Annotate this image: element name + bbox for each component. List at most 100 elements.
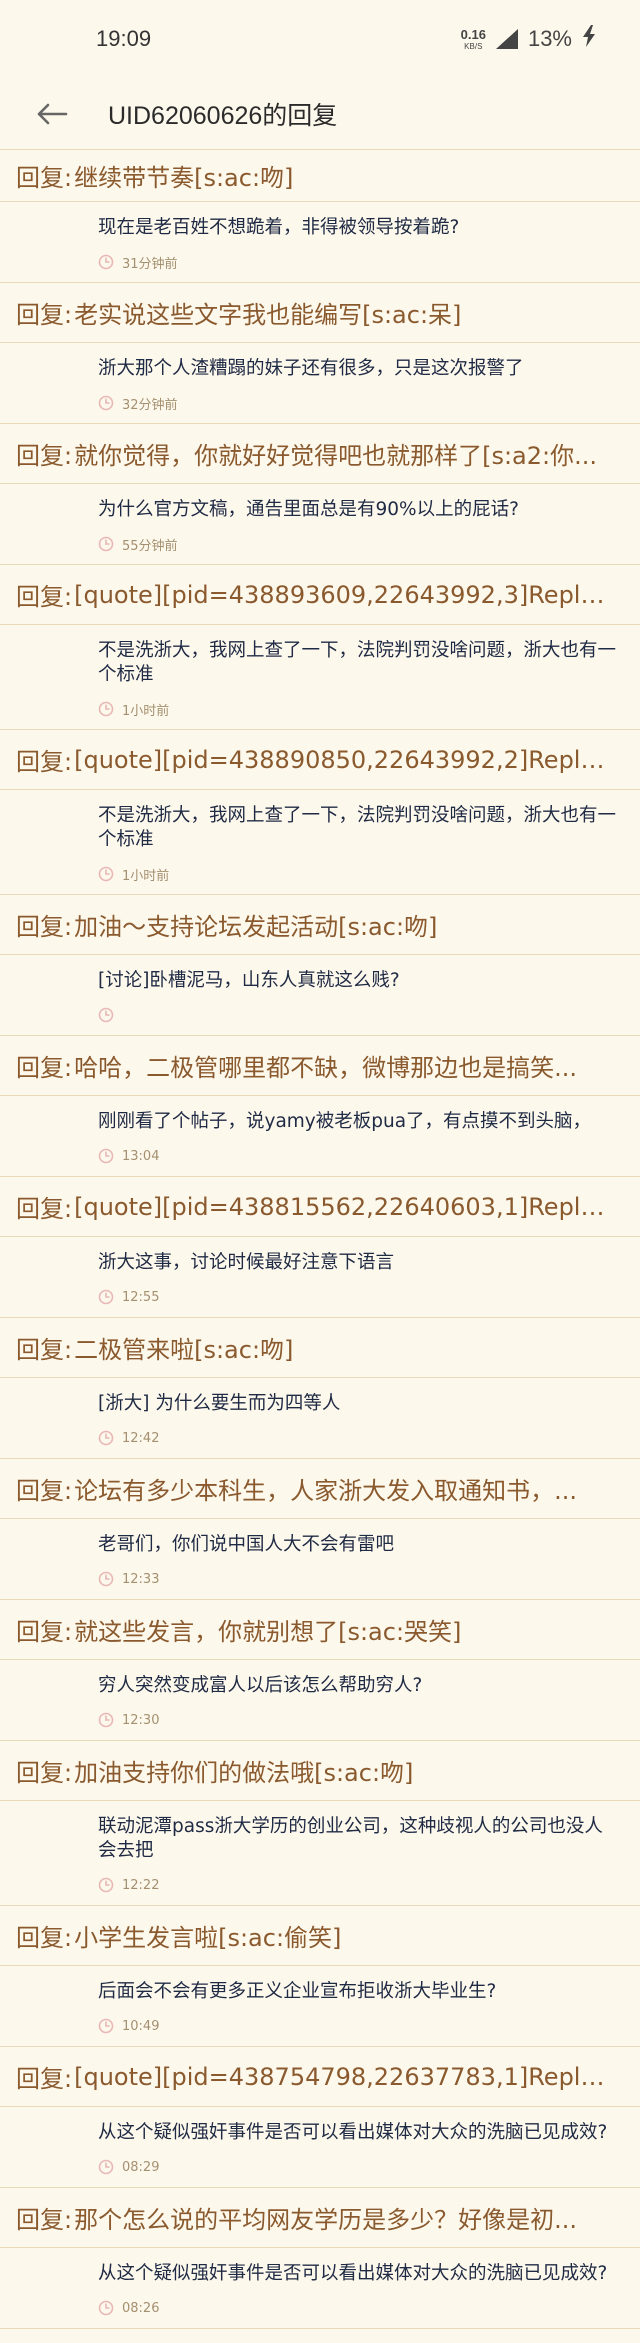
clock-icon [98, 536, 114, 552]
reply-subject: [quote][pid=438893609,22643992,3]Reply[/… [74, 580, 614, 609]
reply-subject: [quote][pid=438890850,22643992,2]Reply[/… [74, 745, 614, 774]
thread-title: 不是洗浙大，我网上查了一下，法院判罚没啥问题，浙大也有一个标准 [98, 805, 617, 850]
thread-title: 从这个疑似强奸事件是否可以看出媒体对大众的洗脑已见成效? [98, 2122, 608, 2143]
reply-prefix: 回复: [16, 164, 73, 192]
reply-subject: 二极管来啦[s:ac:吻] [74, 1336, 294, 1364]
reply-subject: 加油支持你们的做法哦[s:ac:吻] [74, 1759, 414, 1787]
reply-meta: 1小时前 [98, 862, 620, 886]
thread-title: [讨论]卧槽泥马，山东人真就这么贱? [98, 970, 400, 991]
reply-subject: 老实说这些文字我也能编写[s:ac:呆] [74, 301, 462, 329]
reply-subject-row[interactable]: 回复: 论坛有多少本科生，人家浙大发入取通知书，... [0, 1459, 640, 1519]
reply-thread-preview[interactable]: 不是洗浙大，我网上查了一下，法院判罚没啥问题，浙大也有一个标准 1小时前 [0, 625, 640, 729]
clock-icon [98, 866, 114, 882]
reply-thread-preview[interactable]: 从这个疑似强奸事件是否可以看出媒体对大众的洗脑已见成效? 08:29 [0, 2107, 640, 2187]
reply-subject-row[interactable]: 回复: [quote][pid=438890850,22643992,2]Repl… [0, 730, 640, 790]
clock-icon [98, 254, 114, 270]
reply-item[interactable]: 回复: 继续带节奏[s:ac:吻] 现在是老百姓不想跪着，非得被领导按着跪? 31分钟… [0, 150, 640, 283]
reply-subject-row[interactable]: 回复: 那个怎么说的平均网友学历是多少？好像是初... [0, 2188, 640, 2248]
reply-item[interactable]: 回复: 二极管来啦[s:ac:吻] [浙大] 为什么要生而为四等人 12:42 [0, 1318, 640, 1459]
thread-title: 穷人突然变成富人以后该怎么帮助穷人? [98, 1675, 423, 1696]
reply-time: 12:30 [122, 1712, 160, 1728]
reply-time: 12:55 [122, 1289, 160, 1305]
reply-time: 31分钟前 [122, 256, 178, 272]
reply-time: 1小时前 [122, 868, 170, 884]
reply-item[interactable]: 回复: 那个怎么说的平均网友学历是多少？好像是初... 从这个疑似强奸事件是否可以看… [0, 2188, 640, 2329]
reply-subject-row[interactable]: 回复: 继续带节奏[s:ac:吻] [0, 150, 640, 202]
clock-icon [98, 1571, 114, 1587]
reply-subject-row[interactable]: 回复: 加油～支持论坛发起活动[s:ac:吻] [0, 895, 640, 955]
reply-item[interactable]: 回复: 加油支持你们的做法哦[s:ac:吻] 联动泥潭pass浙大学历的创业公司，这… [0, 1741, 640, 1906]
reply-prefix: 回复: [16, 2065, 73, 2093]
reply-item[interactable]: 回复: 加油～支持论坛发起活动[s:ac:吻] [讨论]卧槽泥马，山东人真就这么贱? [0, 895, 640, 1036]
reply-prefix: 回复: [16, 1759, 73, 1787]
reply-subject-row[interactable]: 回复: [quote][pid=438815562,22640603,1]Repl… [0, 1177, 640, 1237]
reply-prefix: 回复: [16, 583, 73, 611]
reply-thread-preview[interactable]: 不是洗浙大，我网上查了一下，法院判罚没啥问题，浙大也有一个标准 1小时前 [0, 790, 640, 894]
reply-subject: 加油～支持论坛发起活动[s:ac:吻] [74, 913, 438, 941]
reply-subject-row[interactable]: 回复: 小学生发言啦[s:ac:偷笑] [0, 1906, 640, 1966]
reply-subject-row[interactable]: 回复: [quote][pid=438754798,22637783,1]Repl… [0, 2047, 640, 2107]
reply-meta: 13:04 [98, 1144, 620, 1168]
reply-time: 12:42 [122, 1430, 160, 1446]
clock-icon [98, 1712, 114, 1728]
reply-item[interactable]: 回复: [0, 2329, 640, 2343]
reply-subject-row[interactable]: 回复: 加油支持你们的做法哦[s:ac:吻] [0, 1741, 640, 1801]
clock-icon [98, 1289, 114, 1305]
reply-meta: 1小时前 [98, 697, 620, 721]
reply-subject-row[interactable]: 回复: 就你觉得，你就好好觉得吧也就那样了[s:a2:你... [0, 424, 640, 484]
page-title: UID62060626的回复 [108, 101, 338, 130]
reply-item[interactable]: 回复: 论坛有多少本科生，人家浙大发入取通知书，... 老哥们，你们说中国人大不会有… [0, 1459, 640, 1600]
reply-thread-preview[interactable]: [讨论]卧槽泥马，山东人真就这么贱? [0, 955, 640, 1035]
reply-item[interactable]: 回复: [quote][pid=438815562,22640603,1]Repl… [0, 1177, 640, 1318]
reply-subject-row[interactable]: 回复: 老实说这些文字我也能编写[s:ac:呆] [0, 283, 640, 343]
thread-title: 老哥们，你们说中国人大不会有雷吧 [98, 1534, 395, 1555]
network-speed: 0.16 KB/S [461, 28, 486, 51]
reply-thread-preview[interactable]: 刚刚看了个帖子，说yamy被老板pua了，有点摸不到头脑， 13:04 [0, 1096, 640, 1176]
reply-subject-row[interactable]: 回复: [0, 2329, 640, 2343]
reply-time: 55分钟前 [122, 538, 178, 554]
reply-thread-preview[interactable]: 联动泥潭pass浙大学历的创业公司，这种歧视人的公司也没人会去把 12:22 [0, 1801, 640, 1905]
reply-subject-row[interactable]: 回复: 哈哈，二极管哪里都不缺，微博那边也是搞笑... [0, 1036, 640, 1096]
reply-meta: 08:26 [98, 2296, 620, 2320]
thread-title: 不是洗浙大，我网上查了一下，法院判罚没啥问题，浙大也有一个标准 [98, 640, 617, 685]
clock-icon [98, 2300, 114, 2316]
clock-icon [98, 1430, 114, 1446]
reply-prefix: 回复: [16, 2206, 73, 2234]
clock-icon [98, 2018, 114, 2034]
reply-item[interactable]: 回复: 就这些发言，你就别想了[s:ac:哭笑] 穷人突然变成富人以后该怎么帮助穷人… [0, 1600, 640, 1741]
reply-thread-preview[interactable]: 浙大这事，讨论时候最好注意下语言 12:55 [0, 1237, 640, 1317]
reply-thread-preview[interactable]: 为什么官方文稿，通告里面总是有90%以上的屁话? 55分钟前 [0, 484, 640, 564]
reply-item[interactable]: 回复: 就你觉得，你就好好觉得吧也就那样了[s:a2:你... 为什么官方文稿，通告… [0, 424, 640, 565]
reply-thread-preview[interactable]: 浙大那个人渣糟蹋的妹子还有很多，只是这次报警了 32分钟前 [0, 343, 640, 423]
reply-time: 13:04 [122, 1148, 160, 1164]
reply-subject: 论坛有多少本科生，人家浙大发入取通知书，... [74, 1477, 577, 1505]
reply-subject-row[interactable]: 回复: [quote][pid=438893609,22643992,3]Repl… [0, 565, 640, 625]
reply-subject: [quote][pid=438815562,22640603,1]Reply[/… [74, 1192, 614, 1221]
reply-thread-preview[interactable]: 老哥们，你们说中国人大不会有雷吧 12:33 [0, 1519, 640, 1599]
reply-item[interactable]: 回复: [quote][pid=438754798,22637783,1]Repl… [0, 2047, 640, 2188]
clock-icon [98, 2159, 114, 2175]
reply-thread-preview[interactable]: 现在是老百姓不想跪着，非得被领导按着跪? 31分钟前 [0, 202, 640, 282]
reply-subject-row[interactable]: 回复: 就这些发言，你就别想了[s:ac:哭笑] [0, 1600, 640, 1660]
reply-thread-preview[interactable]: 后面会不会有更多正义企业宣布拒收浙大毕业生? 10:49 [0, 1966, 640, 2046]
reply-prefix: 回复: [16, 1054, 73, 1082]
reply-subject-row[interactable]: 回复: 二极管来啦[s:ac:吻] [0, 1318, 640, 1378]
reply-item[interactable]: 回复: 小学生发言啦[s:ac:偷笑] 后面会不会有更多正义企业宣布拒收浙大毕业生?… [0, 1906, 640, 2047]
reply-prefix: 回复: [16, 1336, 73, 1364]
reply-item[interactable]: 回复: [quote][pid=438893609,22643992,3]Repl… [0, 565, 640, 730]
network-speed-unit: KB/S [464, 41, 483, 51]
reply-thread-preview[interactable]: 从这个疑似强奸事件是否可以看出媒体对大众的洗脑已见成效? 08:26 [0, 2248, 640, 2328]
reply-list[interactable]: 回复: 继续带节奏[s:ac:吻] 现在是老百姓不想跪着，非得被领导按着跪? 31分钟… [0, 150, 640, 2343]
reply-meta: 32分钟前 [98, 391, 620, 415]
reply-meta: 12:42 [98, 1426, 620, 1450]
status-indicators: 0.16 KB/S 13% [461, 25, 596, 53]
arrow-left-icon[interactable] [34, 96, 70, 132]
reply-thread-preview[interactable]: [浙大] 为什么要生而为四等人 12:42 [0, 1378, 640, 1458]
reply-thread-preview[interactable]: 穷人突然变成富人以后该怎么帮助穷人? 12:30 [0, 1660, 640, 1740]
reply-subject: 那个怎么说的平均网友学历是多少？好像是初... [74, 2206, 577, 2234]
reply-time: 32分钟前 [122, 397, 178, 413]
charging-icon [582, 25, 596, 53]
reply-item[interactable]: 回复: 老实说这些文字我也能编写[s:ac:呆] 浙大那个人渣糟蹋的妹子还有很多，只… [0, 283, 640, 424]
reply-item[interactable]: 回复: [quote][pid=438890850,22643992,2]Repl… [0, 730, 640, 895]
reply-item[interactable]: 回复: 哈哈，二极管哪里都不缺，微博那边也是搞笑... 刚刚看了个帖子，说yamy被… [0, 1036, 640, 1177]
